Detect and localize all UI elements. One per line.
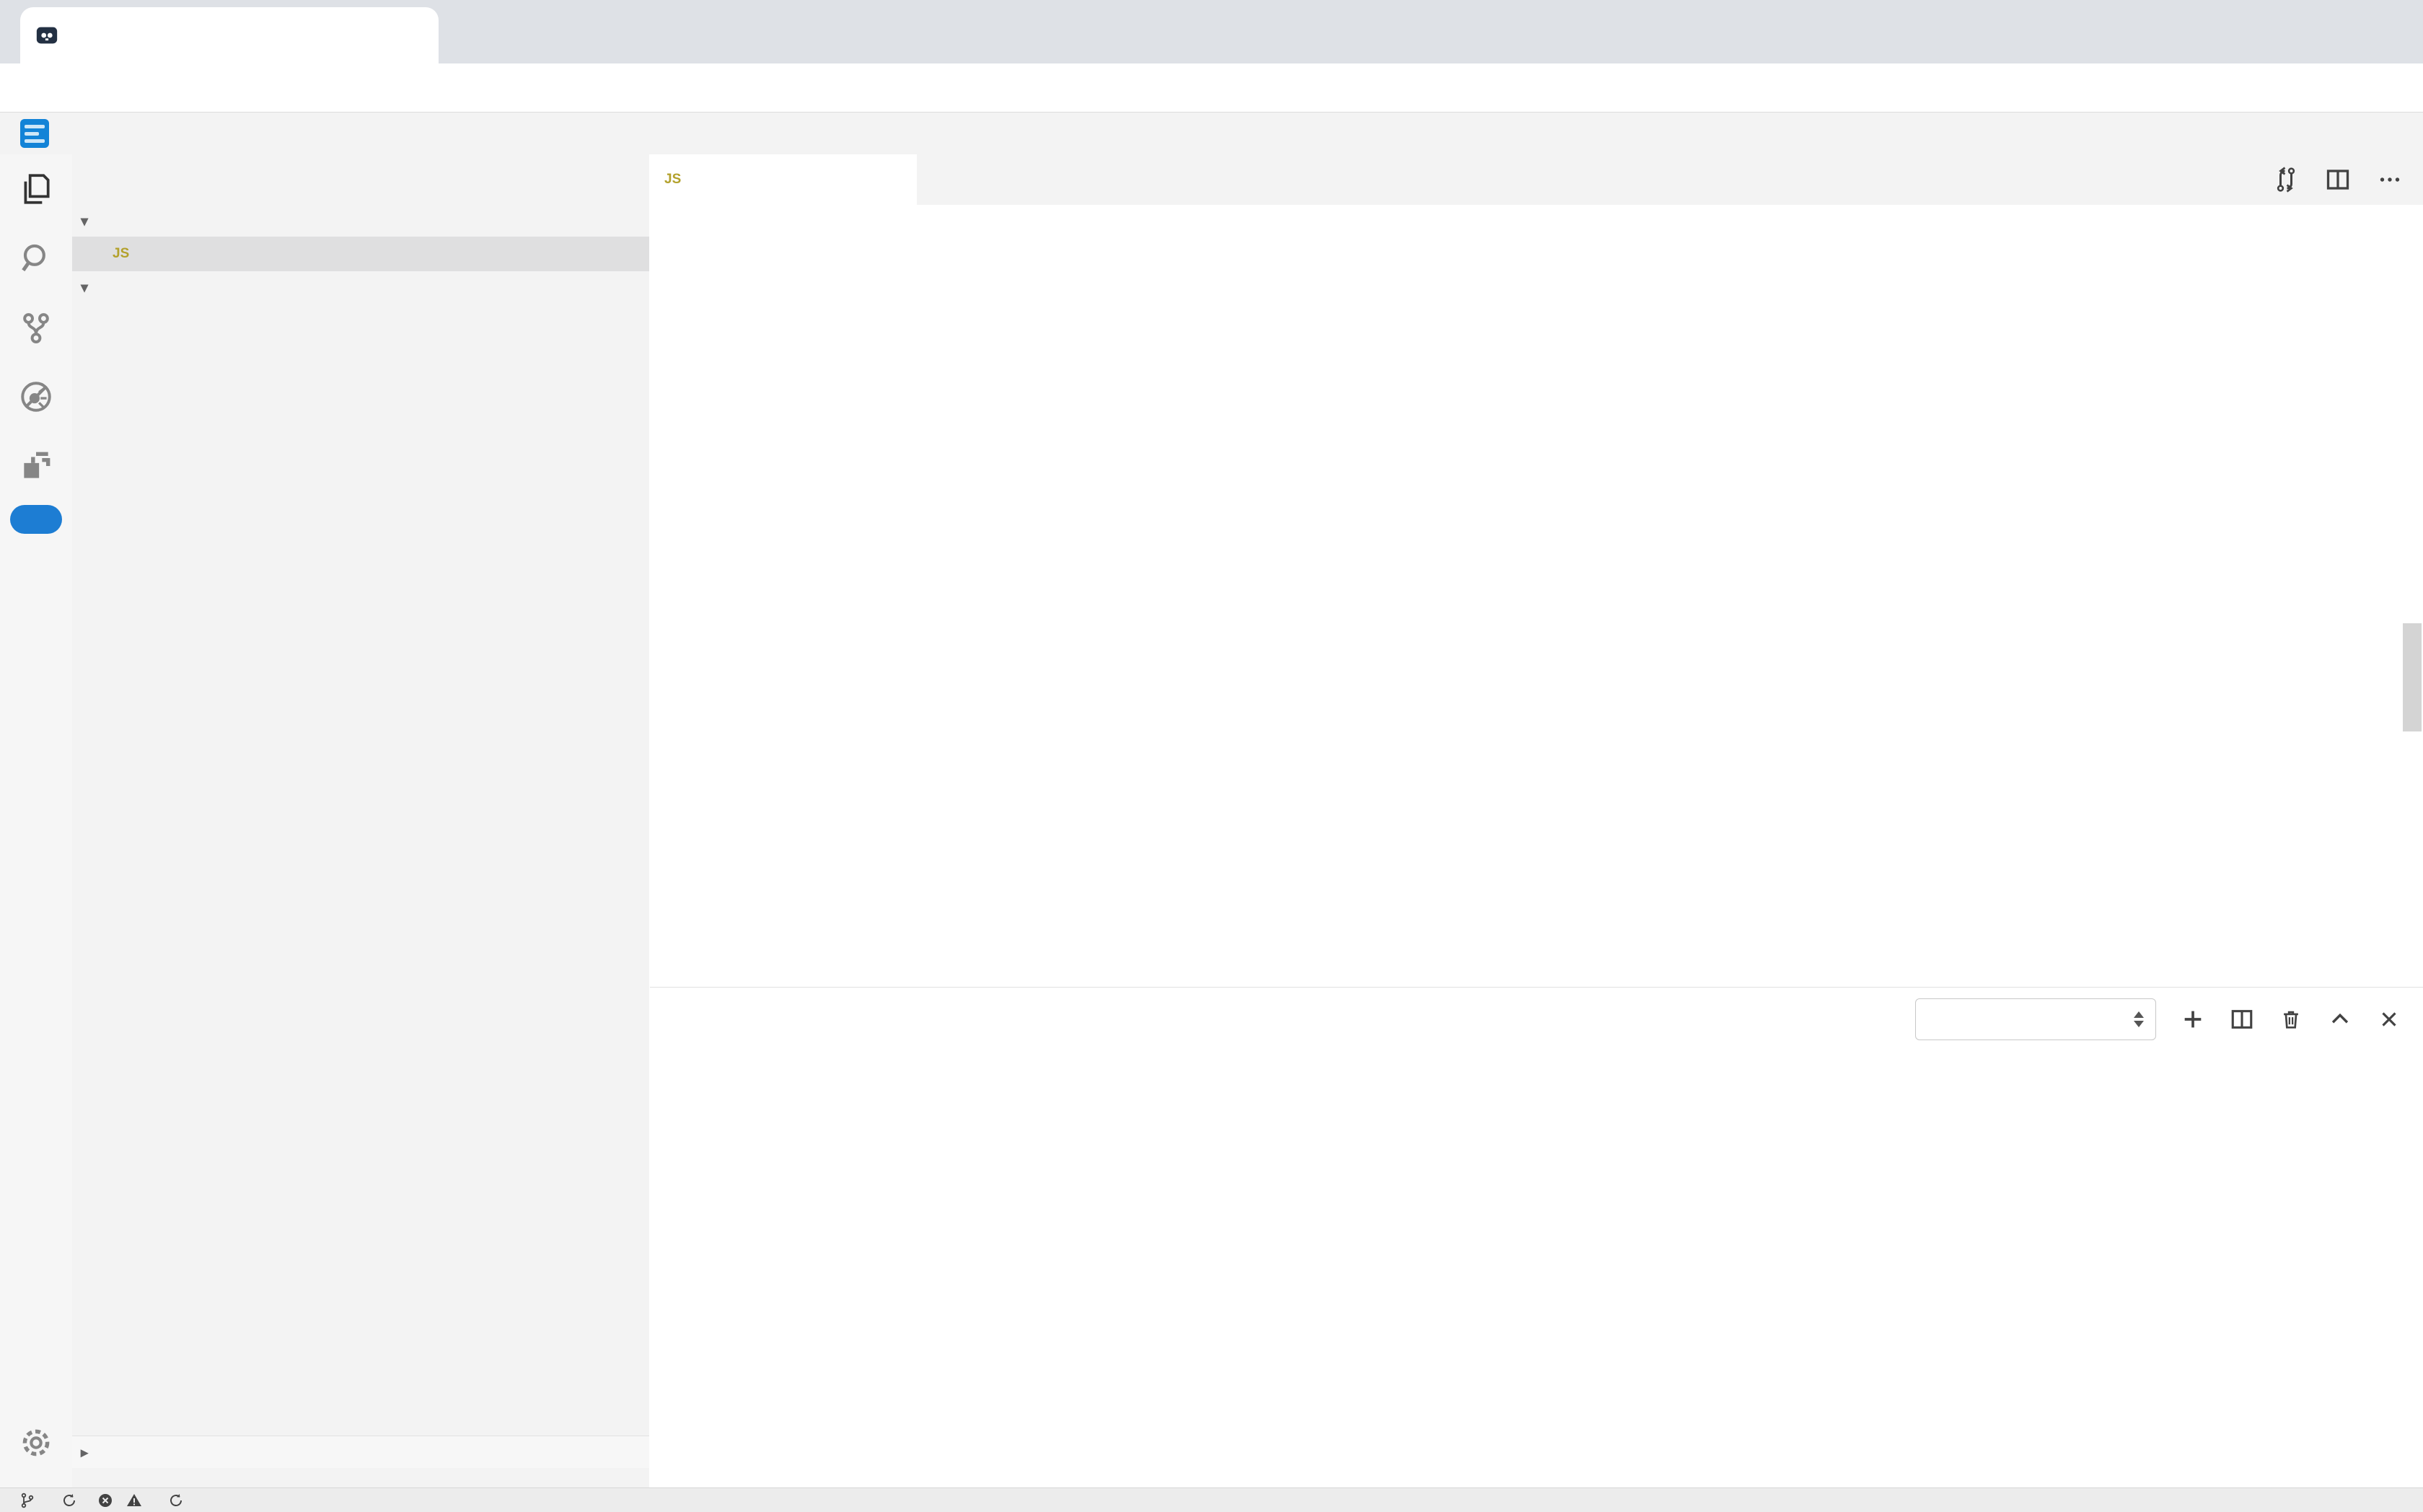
branch-indicator[interactable]	[19, 1492, 42, 1509]
panel-tab-bar	[650, 988, 2423, 1051]
workspace-header[interactable]: ▾	[72, 271, 649, 303]
split-terminal-icon[interactable]	[2230, 1007, 2254, 1032]
js-file-icon: JS	[113, 246, 141, 262]
close-panel-icon[interactable]	[2377, 1007, 2401, 1032]
browser-tab-strip	[0, 0, 2423, 63]
chevron-right-icon: ▸	[81, 1443, 100, 1462]
explorer-title	[72, 154, 649, 205]
activity-bar	[0, 154, 72, 1487]
error-icon	[97, 1492, 114, 1509]
menubar	[0, 113, 2423, 154]
new-terminal-icon[interactable]	[2181, 1007, 2205, 1032]
chevron-down-icon: ▾	[81, 212, 100, 230]
split-editor-icon[interactable]	[2325, 167, 2351, 193]
language-status[interactable]	[167, 1492, 190, 1509]
open-changes-icon[interactable]	[2273, 167, 2299, 193]
more-actions-icon[interactable]	[2377, 167, 2403, 193]
problems-indicator[interactable]	[97, 1492, 149, 1509]
editor-tab-bar: JS	[650, 154, 2423, 205]
select-arrows-icon	[2134, 1011, 2144, 1027]
vscode-logo-icon	[20, 119, 49, 148]
status-bar	[0, 1487, 2423, 1512]
debug-disabled-icon[interactable]	[0, 362, 72, 431]
editor-scrollbar[interactable]	[2403, 623, 2422, 731]
branch-icon	[19, 1492, 36, 1509]
status-badge[interactable]	[10, 505, 62, 534]
browser-toolbar	[0, 63, 2423, 113]
open-editors-header[interactable]: ▾	[72, 205, 649, 237]
sidebar-explorer: ▾ JS ▾ ▸	[72, 154, 649, 1487]
code-editor[interactable]	[650, 205, 2208, 987]
kill-terminal-icon[interactable]	[2279, 1007, 2303, 1032]
minimap[interactable]	[2208, 205, 2403, 809]
terminal[interactable]	[676, 1060, 2416, 1482]
maximize-panel-icon[interactable]	[2328, 1007, 2352, 1032]
source-control-icon[interactable]	[0, 293, 72, 362]
workbench: ▾ JS ▾ ▸ JS	[0, 154, 2423, 1487]
browser-tab[interactable]	[20, 7, 439, 63]
chevron-down-icon: ▾	[81, 278, 100, 296]
terminal-picker[interactable]	[1915, 998, 2156, 1040]
warning-icon	[126, 1492, 143, 1509]
sync-button[interactable]	[61, 1492, 78, 1509]
loading-icon	[167, 1492, 185, 1509]
sync-icon	[61, 1492, 78, 1509]
js-file-icon: JS	[664, 172, 690, 188]
editor-group: JS	[650, 154, 2423, 1487]
extensions-icon[interactable]	[0, 431, 72, 501]
outline-header[interactable]: ▸	[72, 1436, 649, 1468]
coder-logo-icon	[35, 23, 59, 48]
file-tree	[72, 303, 649, 1436]
editor-tab[interactable]: JS	[650, 154, 917, 205]
open-editor-item[interactable]: JS	[72, 237, 649, 271]
settings-gear-icon[interactable]	[0, 1408, 72, 1477]
search-icon[interactable]	[0, 224, 72, 293]
explorer-icon[interactable]	[0, 154, 72, 224]
bottom-panel	[650, 987, 2423, 1487]
